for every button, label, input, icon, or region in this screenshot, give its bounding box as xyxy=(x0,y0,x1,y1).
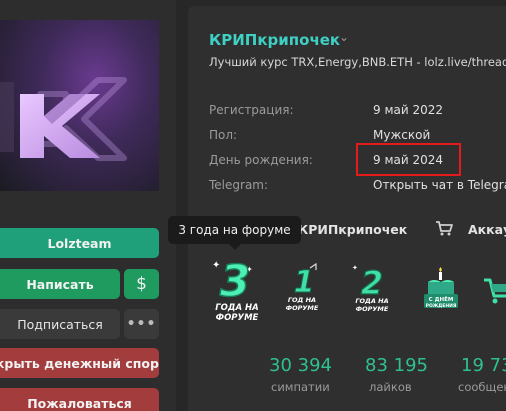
tab-user-threads[interactable]: КРИПкрипочек xyxy=(298,222,407,237)
svg-text:1: 1 xyxy=(294,265,315,300)
money-dispute-label: Открыть денежный спор xyxy=(0,355,159,371)
badge-2-years[interactable]: ✦ 2 ГОДА НА ФОРУМЕ xyxy=(348,262,394,314)
left-column: Lolzteam Написать $ Подписаться ••• Откр… xyxy=(0,0,176,411)
badge-3-years-icon: ✦ ✦ 3 ГОДА НА ФОРУМЕ xyxy=(212,255,259,323)
gender-label: Пол: xyxy=(209,128,238,142)
avatar[interactable] xyxy=(0,20,159,191)
report-button[interactable]: Пожаловаться xyxy=(0,388,159,411)
shopping-cart-badge-icon xyxy=(484,278,506,304)
badge-2-years-icon: ✦ 2 ГОДА НА ФОРУМЕ xyxy=(352,263,389,313)
cart-icon xyxy=(436,221,453,236)
svg-text:ГОДА НА: ГОДА НА xyxy=(355,297,388,305)
svg-text:ГОДА НА: ГОДА НА xyxy=(215,303,258,313)
stat-sympathies-label: симпатии xyxy=(271,380,330,394)
svg-text:РОЖДЕНИЯ: РОЖДЕНИЯ xyxy=(426,303,457,309)
telegram-link[interactable]: Открыть чат в Telegram xyxy=(373,178,506,192)
stat-sympathies-value: 30 394 xyxy=(269,355,332,376)
birthday-label: День рождения: xyxy=(209,153,313,167)
subscribe-button[interactable]: Подписаться xyxy=(0,309,120,339)
tooltip-arrow xyxy=(229,244,241,250)
svg-text:3: 3 xyxy=(220,256,251,307)
profile-username[interactable]: КРИПкрипочек xyxy=(209,31,340,49)
badge-birthday[interactable]: С ДНЁМ РОЖДЕНИЯ xyxy=(418,264,464,312)
svg-text:✦: ✦ xyxy=(352,264,358,272)
svg-text:ФОРУМЕ: ФОРУМЕ xyxy=(286,304,319,312)
svg-text:ФОРУМЕ: ФОРУМЕ xyxy=(356,305,389,313)
stat-messages-value: 19 73 xyxy=(461,355,506,376)
chevron-down-icon[interactable]: ⌄ xyxy=(339,30,349,44)
registration-value: 9 май 2022 xyxy=(373,103,444,117)
more-options-button[interactable]: ••• xyxy=(124,309,159,339)
svg-text:С ДНЁМ: С ДНЁМ xyxy=(429,296,454,303)
profile-status: Лучший курс TRX,Energy,BNB.ETH - lolz.li… xyxy=(209,55,506,69)
lolzteam-logo-icon xyxy=(0,77,127,161)
birthday-cake-icon: С ДНЁМ РОЖДЕНИЯ xyxy=(424,267,458,309)
stat-likes-value: 83 195 xyxy=(365,355,428,376)
gender-value: Мужской xyxy=(373,128,431,142)
svg-text:ФОРУМЕ: ФОРУМЕ xyxy=(216,313,259,323)
badge-1-year[interactable]: 1 ГОД НА ФОРУМЕ xyxy=(282,262,326,314)
badge-tooltip: 3 года на форуме xyxy=(168,216,301,244)
registration-label: Регистрация: xyxy=(209,103,294,117)
stat-messages-label: сообщен xyxy=(458,380,506,394)
badge-1-year-icon: 1 ГОД НА ФОРУМЕ xyxy=(286,262,319,312)
badge-cart[interactable] xyxy=(482,270,506,310)
tab-accounts[interactable]: Аккаунты xyxy=(468,222,506,237)
svg-text:ГОД НА: ГОД НА xyxy=(288,296,316,304)
money-dispute-button[interactable]: Открыть денежный спор xyxy=(0,348,159,378)
send-money-button[interactable]: $ xyxy=(124,269,159,299)
badge-3-years[interactable]: ✦ ✦ 3 ГОДА НА ФОРУМЕ xyxy=(206,255,264,326)
write-message-button[interactable]: Написать xyxy=(0,269,120,299)
highlight-box xyxy=(356,143,461,176)
telegram-label: Telegram: xyxy=(209,178,269,192)
team-button[interactable]: Lolzteam xyxy=(0,228,159,258)
stat-likes-label: лайков xyxy=(369,380,412,394)
